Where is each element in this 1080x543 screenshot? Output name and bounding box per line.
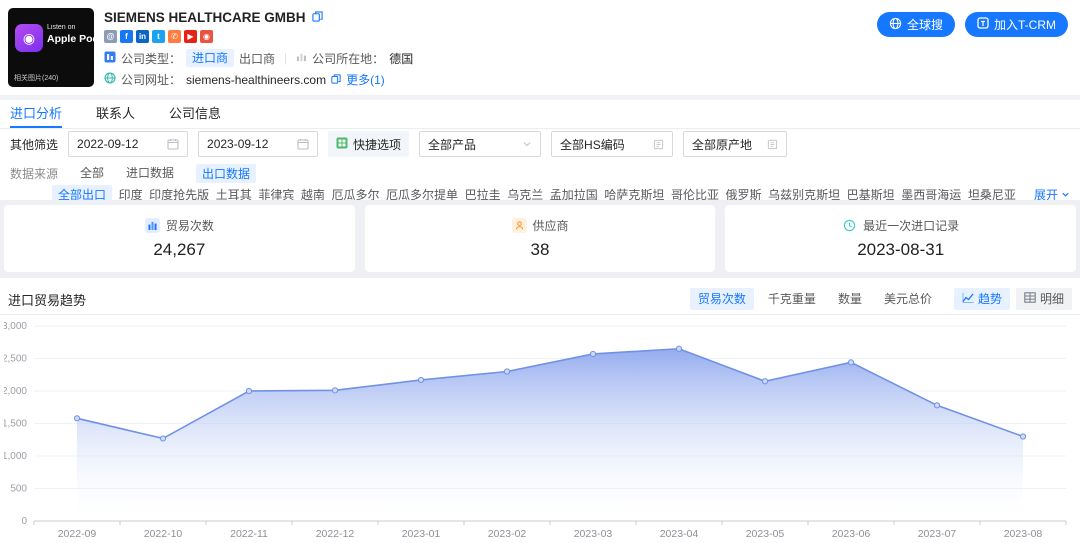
- logo-caption: 相关图片(240): [14, 73, 58, 83]
- start-date-input[interactable]: 2022-09-12: [68, 131, 188, 157]
- importer-chip[interactable]: 进口商: [186, 49, 234, 67]
- exporter-chip[interactable]: 出口商: [239, 50, 275, 67]
- line-chart-icon: [962, 288, 974, 310]
- end-date-input[interactable]: 2023-09-12: [198, 131, 318, 157]
- svg-text:2023-02: 2023-02: [488, 528, 527, 540]
- trade-count-icon: [145, 218, 160, 233]
- youtube-icon[interactable]: ▶: [184, 30, 197, 43]
- globe-icon: [104, 72, 116, 87]
- company-name: SIEMENS HEALTHCARE GMBH: [104, 10, 306, 25]
- website-link[interactable]: siemens-healthineers.com: [186, 73, 326, 87]
- svg-text:2023-05: 2023-05: [746, 528, 785, 540]
- global-search-globe-icon: [889, 17, 902, 33]
- calendar-icon: [297, 138, 309, 150]
- data-source-options: 全部 进口数据 出口数据: [80, 164, 256, 183]
- metric-toggle[interactable]: 贸易次数: [690, 288, 754, 310]
- calendar-icon: [167, 138, 179, 150]
- svg-text:0: 0: [21, 516, 27, 527]
- data-source-option[interactable]: 全部: [80, 164, 104, 183]
- phone-icon[interactable]: ✆: [168, 30, 181, 43]
- svg-text:2023-03: 2023-03: [574, 528, 613, 540]
- svg-text:2023-01: 2023-01: [402, 528, 441, 540]
- svg-text:2022-11: 2022-11: [230, 528, 268, 540]
- origin-select[interactable]: 全部原产地: [683, 131, 787, 157]
- svg-text:2022-12: 2022-12: [316, 528, 355, 540]
- instagram-icon[interactable]: ◉: [200, 30, 213, 43]
- data-source-row: 数据来源 全部 进口数据 出口数据: [10, 164, 256, 183]
- svg-text:2022-09: 2022-09: [58, 528, 97, 540]
- join-tcrm-button[interactable]: 加入T-CRM: [965, 12, 1068, 37]
- quick-options-icon: [336, 137, 348, 152]
- data-source-label: 数据来源: [10, 165, 58, 182]
- hs-code-select[interactable]: 全部HS编码: [551, 131, 673, 157]
- location-icon: [296, 51, 307, 65]
- stat-card-trade-count: 贸易次数 24,267: [4, 205, 355, 272]
- other-filters-label: 其他筛选: [10, 136, 58, 153]
- last-import-value: 2023-08-31: [857, 240, 944, 260]
- svg-text:500: 500: [10, 484, 27, 495]
- svg-text:2023-07: 2023-07: [918, 528, 957, 540]
- trade-platform-page: ◉ Listen on Apple Podcasts 相关图片(240) SIE…: [0, 0, 1080, 543]
- svg-text:1,500: 1,500: [4, 419, 27, 430]
- supplier-icon: [512, 218, 527, 233]
- svg-text:2023-06: 2023-06: [832, 528, 871, 540]
- svg-text:2,000: 2,000: [4, 386, 27, 397]
- social-icons: @fint✆▶◉: [104, 30, 579, 43]
- origin-filter-icon: [767, 139, 778, 150]
- more-link[interactable]: 更多(1): [346, 71, 385, 88]
- tab-import-analysis[interactable]: 进口分析: [10, 100, 62, 128]
- svg-text:1,000: 1,000: [4, 451, 27, 462]
- tab-contacts[interactable]: 联系人: [96, 100, 135, 128]
- svg-text:2023-08: 2023-08: [1004, 528, 1043, 540]
- main-tabs: 进口分析 联系人 公司信息: [0, 100, 1080, 129]
- view-toggle-trend[interactable]: 趋势: [954, 288, 1010, 310]
- facebook-icon[interactable]: f: [120, 30, 133, 43]
- data-source-option[interactable]: 进口数据: [126, 164, 174, 183]
- data-source-option[interactable]: 出口数据: [196, 164, 256, 183]
- suppliers-value: 38: [531, 240, 550, 260]
- svg-text:2023-04: 2023-04: [660, 528, 699, 540]
- company-type-icon: [104, 51, 116, 66]
- hs-code-filter-icon: [653, 139, 664, 150]
- company-header: ◉ Listen on Apple Podcasts 相关图片(240) SIE…: [0, 0, 1080, 95]
- stat-card-last-import: 最近一次进口记录 2023-08-31: [725, 205, 1076, 272]
- view-toggle-detail[interactable]: 明细: [1016, 288, 1072, 310]
- company-type-label: 公司类型：: [121, 50, 181, 67]
- svg-text:2,500: 2,500: [4, 354, 27, 365]
- metric-toggle[interactable]: 美元总价: [876, 288, 940, 310]
- twitter-icon[interactable]: t: [152, 30, 165, 43]
- global-search-button[interactable]: 全球搜: [877, 12, 955, 37]
- company-logo[interactable]: ◉ Listen on Apple Podcasts 相关图片(240): [8, 8, 94, 87]
- metric-toggle[interactable]: 千克重量: [760, 288, 824, 310]
- stat-card-suppliers: 供应商 38: [365, 205, 716, 272]
- location-label: 公司所在地：: [312, 50, 384, 67]
- filter-bar: 其他筛选 2022-09-12 2023-09-12 快捷选项 全部产品: [10, 131, 787, 157]
- metric-toggle[interactable]: 数量: [830, 288, 870, 310]
- table-icon: [1024, 288, 1036, 310]
- trend-section-title: 进口贸易趋势: [8, 290, 86, 309]
- trend-chart-svg[interactable]: 0 500 1,000 1,500 2,000 2,500 3,000 2022-09 2022…: [4, 316, 1076, 542]
- metric-toggle-group: 贸易次数千克重量数量美元总价: [690, 288, 940, 310]
- apple-podcasts-icon: ◉: [15, 24, 43, 52]
- website-label: 公司网址：: [121, 71, 181, 88]
- import-trend-chart[interactable]: 0 500 1,000 1,500 2,000 2,500 3,000 2022-09 2022…: [4, 316, 1076, 542]
- svg-text:3,000: 3,000: [4, 321, 27, 332]
- website-icon[interactable]: @: [104, 30, 117, 43]
- location-value: 德国: [389, 50, 413, 67]
- product-select[interactable]: 全部产品: [419, 131, 541, 157]
- copy-company-name-icon[interactable]: [312, 10, 323, 25]
- quick-options-button[interactable]: 快捷选项: [328, 131, 409, 157]
- last-import-clock-icon: [842, 218, 857, 233]
- trade-count-value: 24,267: [153, 240, 205, 260]
- copy-website-icon[interactable]: [331, 73, 341, 87]
- svg-text:2022-10: 2022-10: [144, 528, 183, 540]
- tcrm-icon: [977, 17, 989, 32]
- tab-company-info[interactable]: 公司信息: [169, 100, 221, 128]
- chevron-down-icon: [522, 139, 532, 149]
- linkedin-icon[interactable]: in: [136, 30, 149, 43]
